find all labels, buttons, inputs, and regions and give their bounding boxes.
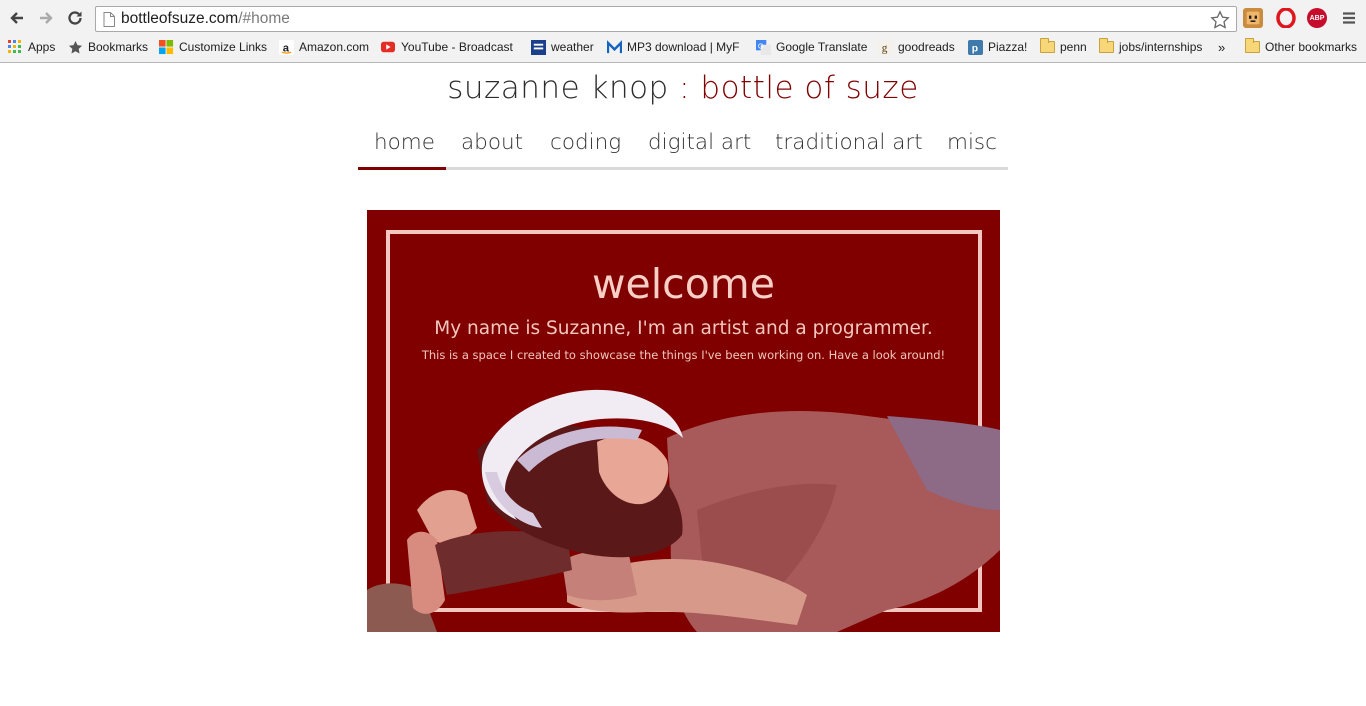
browser-toolbar: bottleofsuze.com/#home ABP <box>0 0 1366 36</box>
bookmark-customize-links[interactable]: Customize Links <box>158 38 267 56</box>
address-url: bottleofsuze.com/#home <box>121 10 290 27</box>
bookmark-label: Piazza! <box>988 40 1028 54</box>
bookmark-label: MP3 download | MyF <box>627 40 740 54</box>
bookmark-label: Apps <box>28 40 56 54</box>
bookmark-google-translate[interactable]: G Google Translate <box>755 38 867 56</box>
back-button[interactable] <box>5 6 29 30</box>
svg-text:G: G <box>757 41 763 50</box>
star-icon <box>67 39 83 55</box>
bookmark-folder-penn[interactable]: penn <box>1039 38 1087 56</box>
welcome-heading: welcome <box>592 260 775 308</box>
youtube-icon <box>380 39 396 55</box>
forward-button[interactable] <box>34 6 58 30</box>
bookmark-label: Google Translate <box>776 40 868 54</box>
folder-icon <box>1039 38 1055 55</box>
svg-text:g: g <box>881 42 887 54</box>
adblock-plus-icon[interactable]: ABP <box>1307 8 1327 28</box>
m-logo-icon <box>606 39 622 55</box>
bookmark-label: YouTube - Broadcast <box>401 40 513 54</box>
bookmark-goodreads[interactable]: g goodreads <box>877 38 955 56</box>
opera-extension[interactable] <box>1276 8 1296 28</box>
extension-icon[interactable] <box>1243 8 1263 28</box>
chrome-menu-button[interactable] <box>1337 6 1361 30</box>
bookmark-star-icon[interactable] <box>1210 10 1230 30</box>
back-arrow-icon <box>10 12 23 24</box>
nav-tab-coding[interactable]: coding <box>550 130 621 155</box>
bookmark-label: jobs/internships <box>1119 40 1203 54</box>
page-icon <box>103 12 115 27</box>
bookmarks-overflow-button[interactable]: » <box>1218 38 1225 56</box>
bookmark-apps[interactable]: Apps <box>7 38 55 56</box>
bookmark-weather[interactable]: weather <box>530 38 594 56</box>
google-translate-icon: G <box>755 39 771 55</box>
welcome-tagline: My name is Suzanne, I'm an artist and a … <box>434 318 933 339</box>
welcome-banner: welcome My name is Suzanne, I'm an artis… <box>367 210 1000 632</box>
bookmarks-bar: Apps Bookmarks Customize Links a Amazon.… <box>0 36 1366 58</box>
nav-tab-about[interactable]: about <box>461 130 523 155</box>
bookmark-label: Customize Links <box>179 40 268 54</box>
folder-icon <box>1244 38 1260 55</box>
bookmark-amazon[interactable]: a Amazon.com <box>278 38 369 56</box>
forward-arrow-icon <box>40 12 53 24</box>
nav-active-indicator <box>358 167 446 170</box>
apps-grid-icon <box>7 39 23 55</box>
windows-logo-icon <box>158 39 174 55</box>
nav-tab-digital-art[interactable]: digital art <box>648 130 751 155</box>
bookmark-label: goodreads <box>898 40 955 54</box>
site-title-name: suzanne knop <box>447 70 669 106</box>
nav-tab-traditional-art[interactable]: traditional art <box>775 130 923 155</box>
reload-button[interactable] <box>63 6 87 30</box>
svg-text:p: p <box>971 43 977 54</box>
nav-tab-misc[interactable]: misc <box>947 130 997 155</box>
bookmark-label: penn <box>1060 40 1087 54</box>
nav-underline <box>358 167 1008 170</box>
site-title-brand: bottle of suze <box>700 70 919 106</box>
bookmark-label: Amazon.com <box>299 40 370 54</box>
bookmark-label: Other bookmarks <box>1265 40 1358 54</box>
bookmark-piazza[interactable]: p Piazza! <box>967 38 1027 56</box>
hamburger-menu-icon <box>1343 12 1355 24</box>
site-title: suzanne knop : bottle of suze <box>0 70 1366 106</box>
welcome-subtext: This is a space I created to showcase th… <box>421 348 946 362</box>
bookmark-label: weather <box>551 40 594 54</box>
browser-chrome: bottleofsuze.com/#home ABP Apps Bookmark… <box>0 0 1366 63</box>
piazza-icon: p <box>967 39 983 55</box>
reload-icon <box>68 11 82 25</box>
bookmark-bookmarks[interactable]: Bookmarks <box>67 38 148 56</box>
notifier-face-icon <box>1246 11 1260 25</box>
folder-icon <box>1098 38 1114 55</box>
amazon-icon: a <box>278 39 294 55</box>
opera-icon <box>1276 8 1296 28</box>
bookmark-other-bookmarks[interactable]: Other bookmarks <box>1244 38 1357 56</box>
site-nav: home about coding digital art traditiona… <box>358 124 1008 170</box>
bookmark-folder-jobs[interactable]: jobs/internships <box>1098 38 1202 56</box>
bookmark-label: Bookmarks <box>88 40 149 54</box>
chevron-double-right-icon: » <box>1218 39 1226 55</box>
bookmark-mp3-download[interactable]: MP3 download | MyF <box>606 38 742 56</box>
weather-channel-icon <box>530 39 546 55</box>
site-title-separator: : <box>668 70 701 106</box>
address-bar[interactable]: bottleofsuze.com/#home <box>95 6 1237 32</box>
bookmark-youtube[interactable]: YouTube - Broadcast <box>380 38 518 56</box>
nav-tab-home[interactable]: home <box>374 130 435 155</box>
goodreads-icon: g <box>877 39 893 55</box>
